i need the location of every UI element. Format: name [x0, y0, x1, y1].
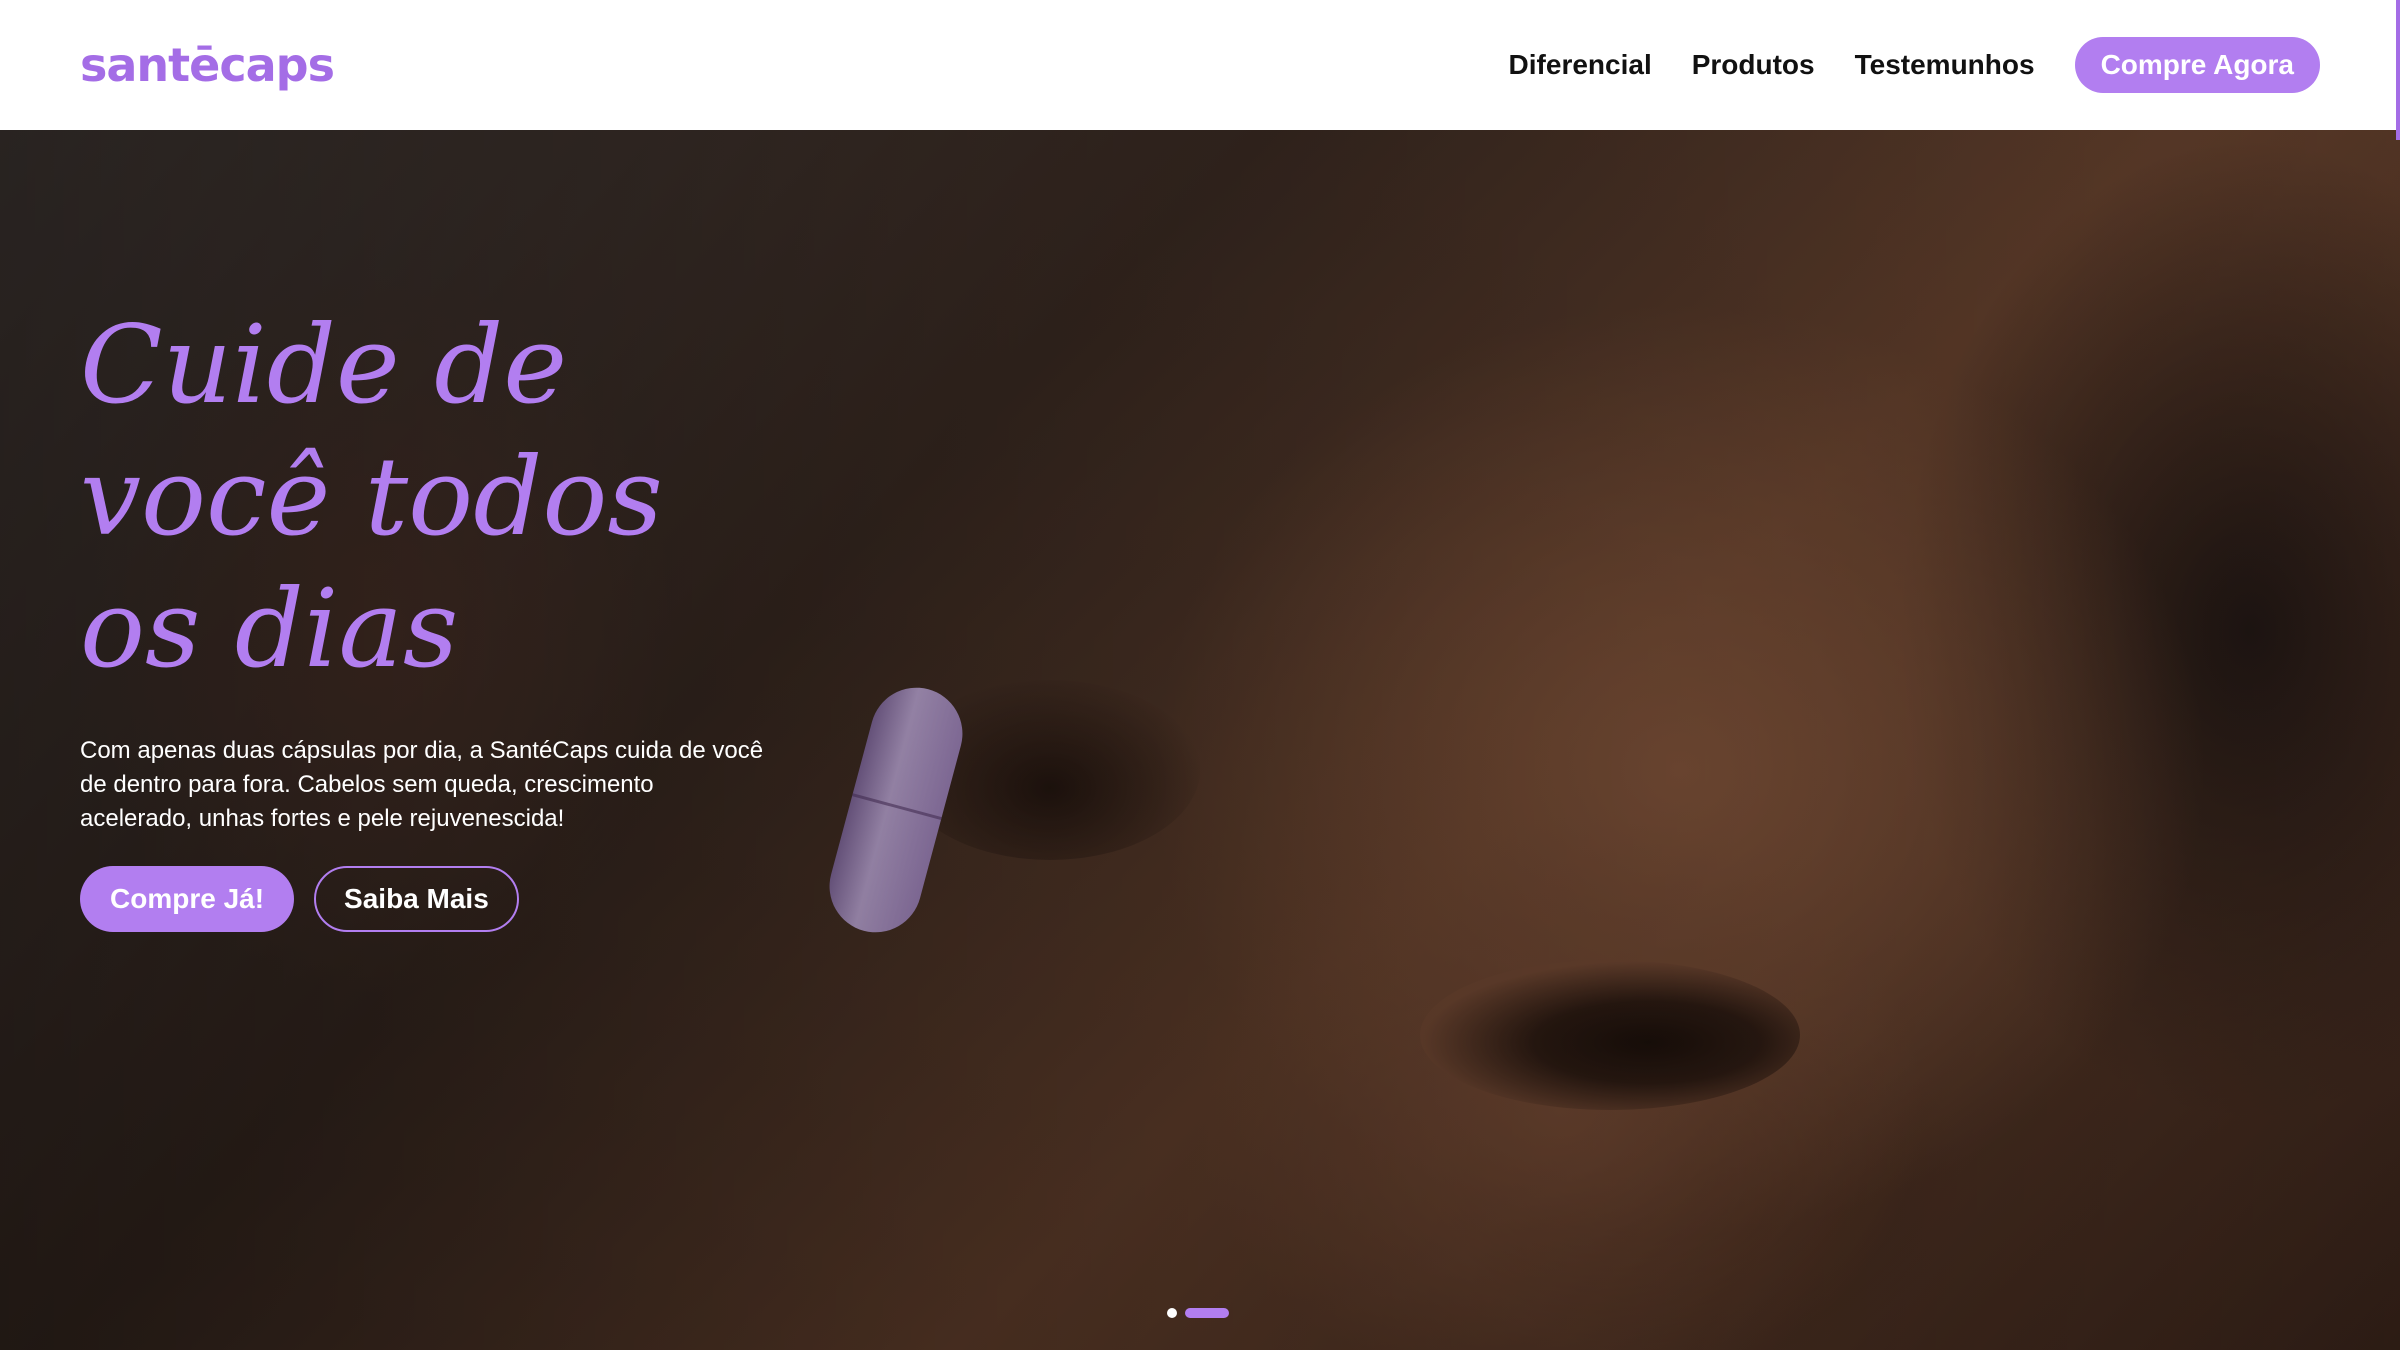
- hero-subtext: Com apenas duas cápsulas por dia, a Sant…: [80, 737, 764, 832]
- site-header: santēcaps Diferencial Produtos Testemunh…: [0, 0, 2400, 130]
- carousel-dots: [1167, 1308, 1229, 1318]
- carousel-dot-2-active[interactable]: [1185, 1308, 1229, 1318]
- saiba-mais-button[interactable]: Saiba Mais: [314, 866, 519, 932]
- santecaps-logo[interactable]: santēcaps: [80, 38, 335, 92]
- compre-agora-button[interactable]: Compre Agora: [2074, 37, 2320, 93]
- hero-headline: Cuide de você todos os dias: [80, 303, 663, 692]
- carousel-dot-1[interactable]: [1167, 1308, 1177, 1318]
- logo-text: santēcaps: [80, 38, 335, 92]
- hero-cta-row: Compre Já! Saiba Mais: [80, 866, 800, 932]
- scroll-indicator: [2396, 0, 2400, 140]
- nav-link-testemunhos[interactable]: Testemunhos: [1855, 49, 2035, 81]
- main-nav: Diferencial Produtos Testemunhos Compre …: [1469, 37, 2320, 93]
- hero-content: Cuide de você todos os dias Com apenas d…: [80, 300, 800, 932]
- nav-link-produtos[interactable]: Produtos: [1692, 49, 1815, 81]
- nav-link-diferencial[interactable]: Diferencial: [1509, 49, 1652, 81]
- compre-ja-button[interactable]: Compre Já!: [80, 866, 295, 932]
